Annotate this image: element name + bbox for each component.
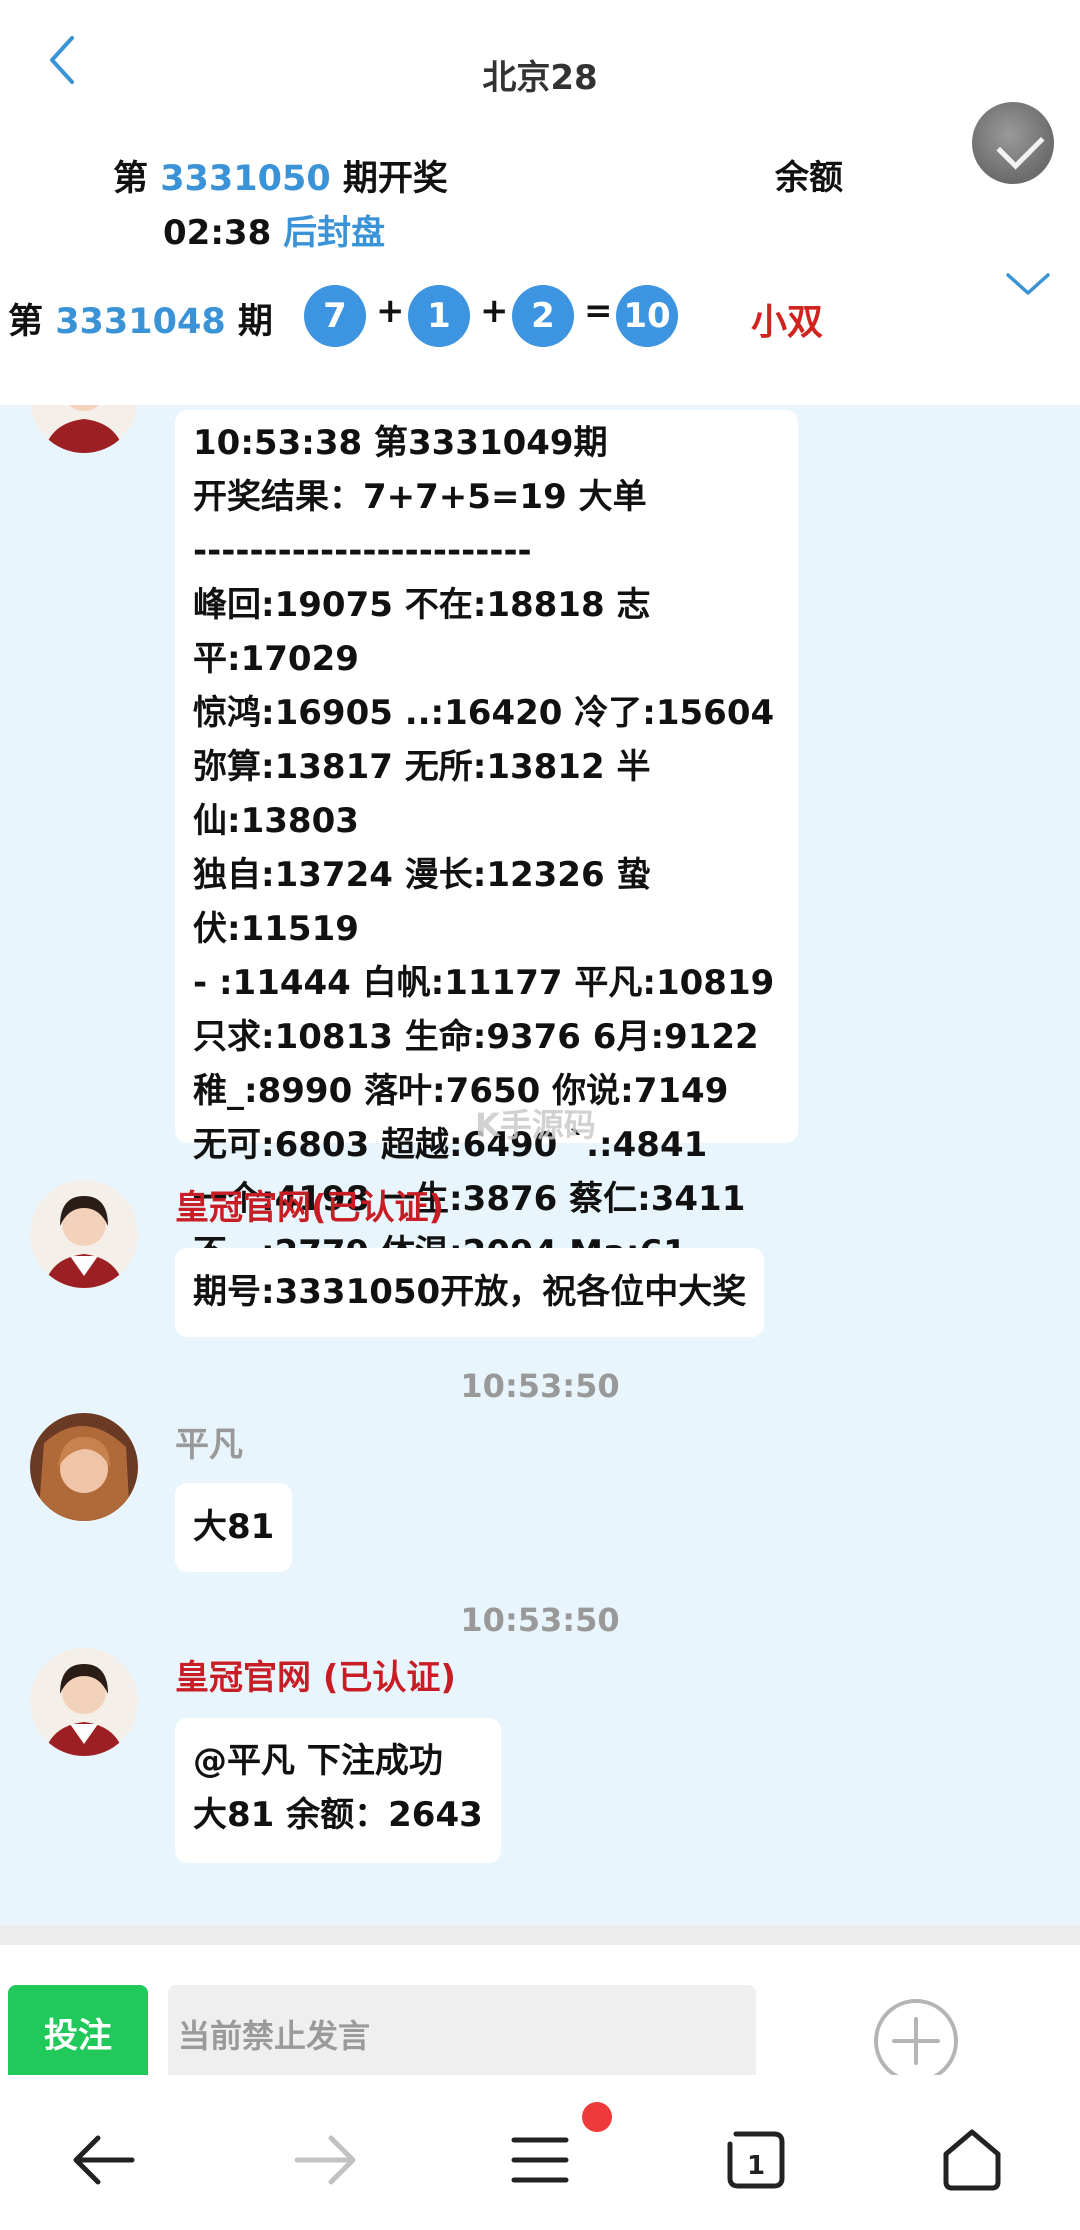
- last-result-row: 第 3331048 期 7 + 1 + 2 = 10 小双: [8, 285, 1068, 347]
- countdown: 02:38 后封盘: [163, 213, 386, 253]
- message-line: 惊鸿:16905 ..:16420 冷了:15604: [193, 693, 775, 733]
- plus-circle-icon[interactable]: [872, 1997, 960, 2085]
- timestamp: 10:53:50: [460, 1367, 620, 1405]
- sender-name: 皇冠官网(已认证): [175, 1188, 445, 1228]
- message-line: 10:53:38 第3331049期: [193, 423, 608, 463]
- result-ball-1: 7: [304, 285, 366, 347]
- menu-icon[interactable]: [500, 2120, 580, 2200]
- message-line: 独自:13724 漫长:12326 蛰伏:11519: [193, 855, 651, 949]
- chat-area[interactable]: 10:53:38 第3331049期 开奖结果：7+7+5=19 大单 ----…: [0, 405, 1080, 1925]
- result-message-bubble: 10:53:38 第3331049期 开奖结果：7+7+5=19 大单 ----…: [175, 410, 798, 1273]
- input-bar: 投注 当前禁止发言: [0, 1925, 1080, 2087]
- message-text: 大81: [193, 1507, 275, 1547]
- sender-name: 皇冠官网 (已认证): [175, 1658, 456, 1698]
- result-ball-2: 1: [408, 285, 470, 347]
- avatar-official: [30, 1648, 138, 1756]
- balance-label: 余额: [775, 158, 843, 198]
- timestamp: 10:53:50: [460, 1601, 620, 1639]
- last-period: 第 3331048 期: [8, 302, 273, 342]
- equals-sign: =: [584, 291, 613, 331]
- avatar-official: [30, 405, 138, 453]
- message-bubble: @平凡 下注成功 大81 余额：2643: [175, 1718, 501, 1863]
- avatar-user: [30, 1413, 138, 1521]
- page-title: 北京28: [482, 58, 598, 98]
- chevron-down-icon[interactable]: [1003, 265, 1053, 305]
- message-line: - :11444 白帆:11177 平凡:10819: [193, 963, 775, 1003]
- message-line: 只求:10813 生命:9376 6月:9122: [193, 1017, 759, 1057]
- message-line: 弥算:13817 无所:13812 半仙:13803: [193, 747, 651, 841]
- message-line: ------------------------: [193, 531, 532, 571]
- user-avatar[interactable]: [972, 102, 1054, 184]
- avatar-official: [30, 1180, 138, 1288]
- plus-sign: +: [376, 291, 405, 331]
- home-icon[interactable]: [932, 2120, 1012, 2200]
- result-sum-ball: 10: [616, 285, 678, 347]
- svg-text:1: 1: [747, 2151, 765, 2181]
- current-period: 第 3331050 期开奖: [113, 159, 448, 199]
- bet-button[interactable]: 投注: [8, 1985, 148, 2087]
- tabs-icon[interactable]: 1: [716, 2120, 796, 2200]
- notification-dot: [582, 2102, 612, 2132]
- header: 北京28 第 3331050 期开奖 余额 02:38 后封盘 第 333104…: [0, 0, 1080, 405]
- message-line: 峰回:19075 不在:18818 志平:17029: [193, 585, 651, 679]
- result-tag: 小双: [751, 302, 824, 343]
- message-line: 开奖结果：7+7+5=19 大单: [193, 477, 647, 517]
- browser-nav-bar: 1: [0, 2075, 1080, 2230]
- message-line: @平凡 下注成功: [193, 1741, 443, 1781]
- message-bubble: 大81: [175, 1483, 293, 1572]
- result-ball-3: 2: [512, 285, 574, 347]
- nav-forward-icon[interactable]: [285, 2120, 365, 2200]
- message-input[interactable]: 当前禁止发言: [168, 1985, 756, 2087]
- message-bubble: 期号:3331050开放，祝各位中大奖: [175, 1248, 765, 1337]
- message-line: 大81 余额：2643: [193, 1795, 483, 1835]
- sender-name: 平凡: [175, 1425, 243, 1465]
- nav-back-icon[interactable]: [64, 2120, 144, 2200]
- message-text: 期号:3331050开放，祝各位中大奖: [193, 1272, 747, 1312]
- watermark: K手源码: [475, 1106, 596, 1144]
- plus-sign: +: [480, 291, 509, 331]
